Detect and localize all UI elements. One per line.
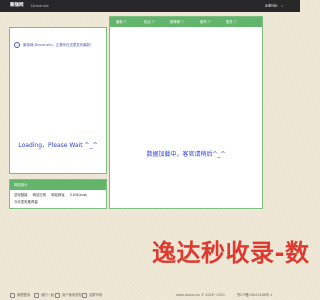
footer: 管理登录 我们一起 用户使用须知 站群市场 www.duola.xin © 20… [0, 291, 300, 300]
copyright: www.duola.xin © 2018~2021 [176, 293, 225, 297]
notice-panel: i 聚咖网(Dzmanzle)，正要你在这里发布最新！ Loading，Plea… [9, 27, 107, 174]
content-panel: 最新 ▽ 热点 ▽ 推荐榜 ▽ 都市 ▽ 更多 ▽ 数据加载中，客官请稍后^_^ [109, 16, 263, 209]
stats-panel: 网站统计 总收链接 网站已收 网站网址 5108(sub) 今天发布推荐量 [9, 179, 107, 209]
notice-line: i 聚咖网(Dzmanzle)，正要你在这里发布最新！ [14, 42, 93, 48]
stat-item: 5108(sub) [69, 193, 88, 197]
link-icon [34, 292, 39, 298]
chevron-down-icon[interactable]: ▽ [281, 0, 283, 12]
loading-text: Loading，Please Wait ^_^ [18, 142, 98, 149]
user-menu[interactable]: admin [265, 0, 278, 12]
stats-content: 总收链接 网站已收 网站网址 5108(sub) 今天发布推荐量 [14, 192, 106, 206]
tab-latest[interactable]: 最新 ▽ [116, 17, 126, 27]
user-icon [10, 292, 15, 298]
stat-item: 网站网址 [51, 193, 65, 197]
tab-hot[interactable]: 热点 ▽ [144, 17, 154, 27]
stat-item: 今天发布推荐量 [14, 200, 38, 204]
shop-icon [82, 292, 87, 298]
notice-text: 聚咖网(Dzmanzle)，正要你在这里发布最新！ [23, 43, 94, 47]
top-bar: 聚咖网 Dzmanzle admin ▽ [0, 0, 300, 12]
tab-more[interactable]: 更多 ▽ [226, 17, 236, 27]
tab-city[interactable]: 都市 ▽ [200, 17, 210, 27]
icp-link[interactable]: 鲁ICP备19041406号-1 [237, 291, 272, 300]
footer-link-together[interactable]: 我们一起 [34, 291, 54, 300]
footer-link-admin[interactable]: 管理登录 [10, 291, 30, 300]
tab-bar: 最新 ▽ 热点 ▽ 推荐榜 ▽ 都市 ▽ 更多 ▽ [110, 17, 262, 27]
tab-recommend[interactable]: 推荐榜 ▽ [170, 17, 184, 27]
footer-link-market[interactable]: 站群市场 [82, 291, 102, 300]
watermark: 逸达秒收录-数 [152, 239, 310, 267]
footer-link-terms[interactable]: 用户使用须知 [55, 291, 82, 300]
info-icon: i [14, 42, 20, 48]
site-subtitle: Dzmanzle [31, 4, 49, 8]
site-logo[interactable]: 聚咖网 [10, 0, 24, 12]
stats-title: 网站统计 [10, 180, 106, 190]
stat-item: 总收链接 [14, 193, 28, 197]
stat-item: 网站已收 [32, 193, 47, 197]
loading-message: 数据加载中，客官请稍后^_^ [146, 151, 226, 158]
doc-icon [55, 292, 60, 298]
